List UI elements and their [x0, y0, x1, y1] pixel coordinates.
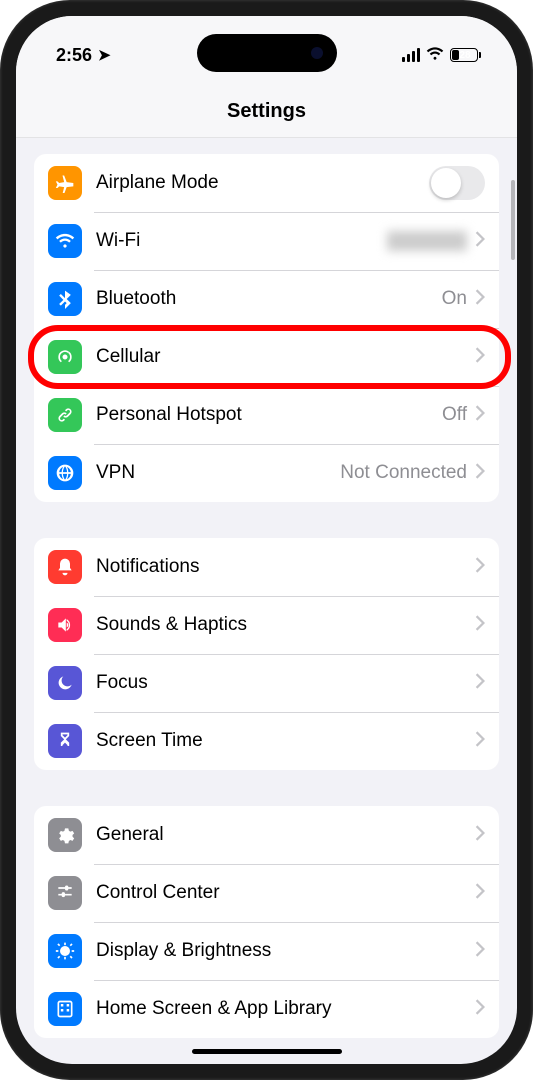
toggle-knob — [431, 168, 461, 198]
sun-icon — [48, 934, 82, 968]
dynamic-island — [197, 34, 337, 72]
chevron-right-icon — [475, 673, 485, 694]
wifi-status-icon — [426, 46, 444, 65]
row-home-screen[interactable]: Home Screen & App Library — [34, 980, 499, 1038]
bluetooth-value: On — [442, 288, 467, 310]
section-general: General Control Center — [34, 806, 499, 1038]
battery-icon: 28 — [450, 48, 481, 62]
section-network: Airplane Mode Wi-Fi — [34, 154, 499, 502]
row-label: Sounds & Haptics — [96, 614, 475, 636]
antenna-icon — [48, 340, 82, 374]
chevron-right-icon — [475, 231, 485, 252]
row-label: Bluetooth — [96, 288, 442, 310]
row-vpn[interactable]: VPN Not Connected — [34, 444, 499, 502]
sliders-icon — [48, 876, 82, 910]
grid-icon — [48, 992, 82, 1026]
row-personal-hotspot[interactable]: Personal Hotspot Off — [34, 386, 499, 444]
row-label: Cellular — [96, 346, 475, 368]
chevron-right-icon — [475, 615, 485, 636]
hourglass-icon — [48, 724, 82, 758]
wifi-icon — [48, 224, 82, 258]
wifi-network-value — [387, 231, 467, 251]
row-cellular[interactable]: Cellular — [34, 328, 499, 386]
row-screen-time[interactable]: Screen Time — [34, 712, 499, 770]
row-label: VPN — [96, 462, 340, 484]
hotspot-value: Off — [442, 404, 467, 426]
chevron-right-icon — [475, 941, 485, 962]
row-label: Notifications — [96, 556, 475, 578]
front-camera — [311, 47, 323, 59]
chevron-right-icon — [475, 999, 485, 1020]
vpn-value: Not Connected — [340, 462, 467, 484]
phone-frame: 2:56 ➤ 28 Settings — [0, 0, 533, 1080]
screen: 2:56 ➤ 28 Settings — [16, 16, 517, 1064]
airplane-mode-toggle[interactable] — [429, 166, 485, 200]
row-focus[interactable]: Focus — [34, 654, 499, 712]
row-control-center[interactable]: Control Center — [34, 864, 499, 922]
chevron-right-icon — [475, 883, 485, 904]
row-label: Control Center — [96, 882, 475, 904]
chevron-right-icon — [475, 289, 485, 310]
home-indicator[interactable] — [192, 1049, 342, 1054]
chevron-right-icon — [475, 731, 485, 752]
bell-icon — [48, 550, 82, 584]
content-scroll[interactable]: Airplane Mode Wi-Fi — [16, 138, 517, 1064]
row-bluetooth[interactable]: Bluetooth On — [34, 270, 499, 328]
cellular-signal-icon — [402, 48, 420, 62]
location-arrow-icon: ➤ — [98, 46, 111, 64]
row-label: Airplane Mode — [96, 172, 429, 194]
status-time: 2:56 — [56, 45, 92, 66]
chevron-right-icon — [475, 347, 485, 368]
speaker-icon — [48, 608, 82, 642]
chevron-right-icon — [475, 825, 485, 846]
row-label: Screen Time — [96, 730, 475, 752]
row-label: Focus — [96, 672, 475, 694]
link-icon — [48, 398, 82, 432]
row-label: Home Screen & App Library — [96, 998, 475, 1020]
chevron-right-icon — [475, 405, 485, 426]
battery-percent: 28 — [452, 50, 478, 61]
chevron-right-icon — [475, 463, 485, 484]
row-general[interactable]: General — [34, 806, 499, 864]
globe-icon — [48, 456, 82, 490]
gear-icon — [48, 818, 82, 852]
moon-icon — [48, 666, 82, 700]
row-label: Personal Hotspot — [96, 404, 442, 426]
row-display-brightness[interactable]: Display & Brightness — [34, 922, 499, 980]
section-alerts: Notifications Sounds & Haptics — [34, 538, 499, 770]
bluetooth-icon — [48, 282, 82, 316]
chevron-right-icon — [475, 557, 485, 578]
row-label: Display & Brightness — [96, 940, 475, 962]
row-sounds-haptics[interactable]: Sounds & Haptics — [34, 596, 499, 654]
row-wifi[interactable]: Wi-Fi — [34, 212, 499, 270]
row-label: General — [96, 824, 475, 846]
airplane-icon — [48, 166, 82, 200]
row-airplane-mode[interactable]: Airplane Mode — [34, 154, 499, 212]
row-label: Wi-Fi — [96, 230, 387, 252]
row-notifications[interactable]: Notifications — [34, 538, 499, 596]
